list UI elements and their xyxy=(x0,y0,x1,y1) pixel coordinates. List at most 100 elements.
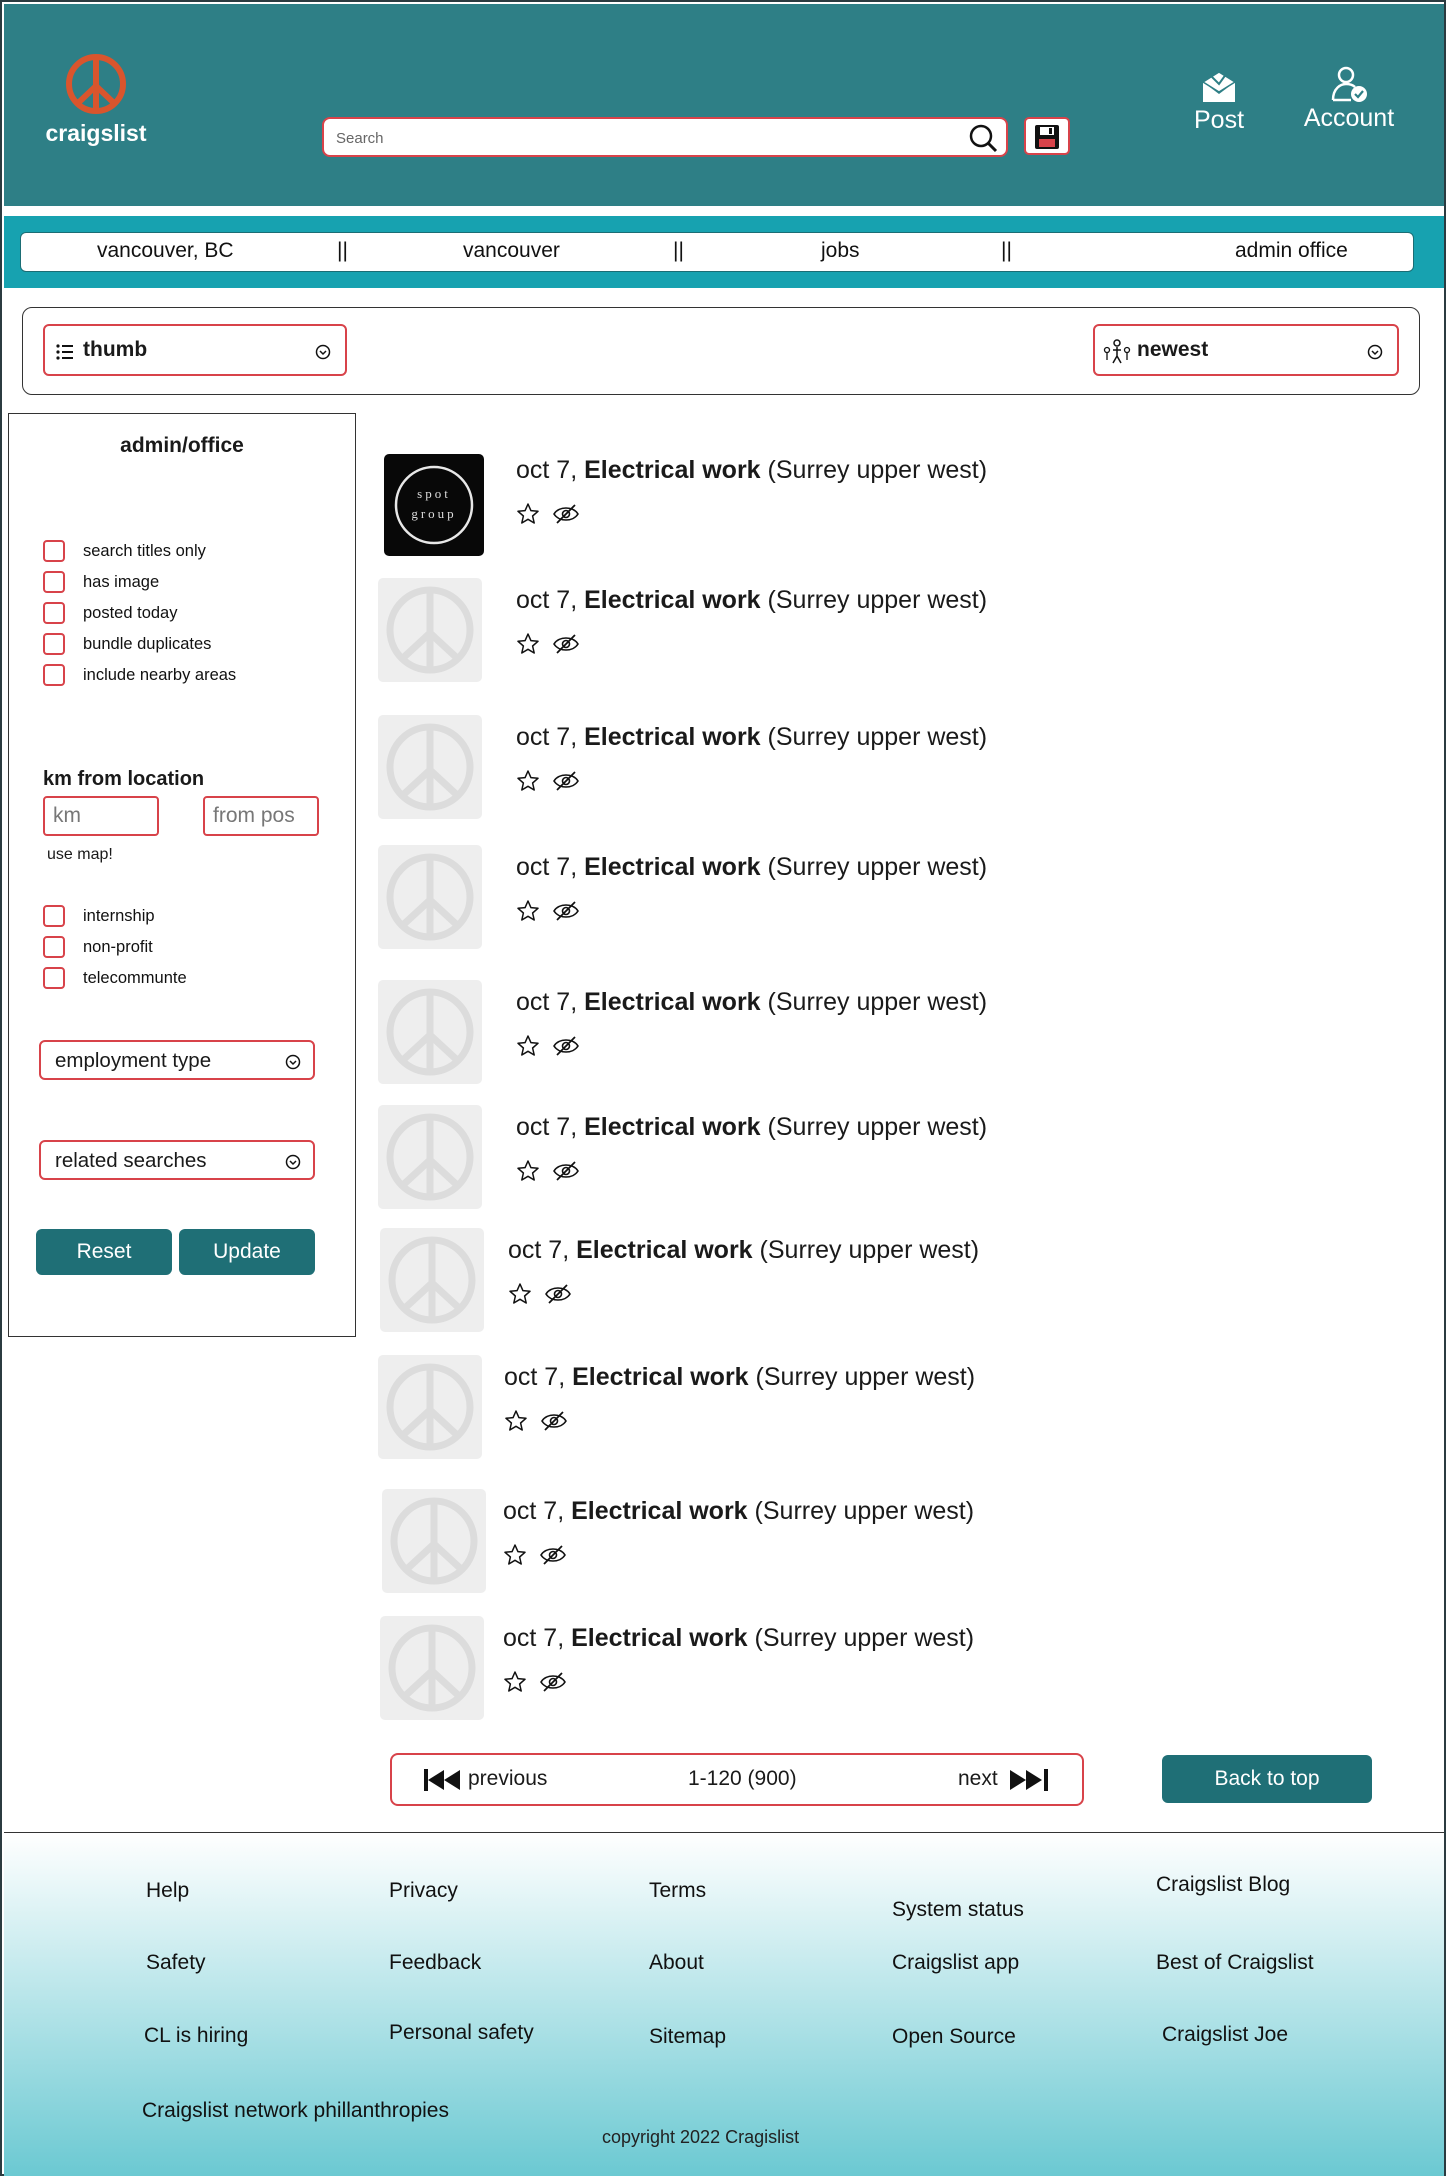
listing-item[interactable]: oct 7, Electrical work (Surrey upper wes… xyxy=(382,1489,1082,1599)
hide-eye-icon[interactable] xyxy=(552,899,580,923)
previous-page-button[interactable]: previous xyxy=(424,1767,547,1791)
listing-item[interactable]: oct 7, Electrical work (Surrey upper wes… xyxy=(378,1355,1078,1465)
hide-eye-icon[interactable] xyxy=(552,769,580,793)
search-input[interactable] xyxy=(336,127,936,149)
listing-title[interactable]: oct 7, Electrical work (Surrey upper wes… xyxy=(516,456,987,485)
listing-title[interactable]: oct 7, Electrical work (Surrey upper wes… xyxy=(516,1113,987,1142)
craigslist-logo[interactable]: craigslist xyxy=(42,52,150,147)
listing-title[interactable]: oct 7, Electrical work (Surrey upper wes… xyxy=(508,1236,979,1265)
view-mode-dropdown[interactable]: thumb xyxy=(43,324,347,376)
footer-link-hiring[interactable]: CL is hiring xyxy=(144,2024,248,2048)
star-icon[interactable] xyxy=(516,769,540,793)
star-icon[interactable] xyxy=(503,1543,527,1567)
listing-title[interactable]: oct 7, Electrical work (Surrey upper wes… xyxy=(503,1497,974,1526)
listing-title[interactable]: oct 7, Electrical work (Surrey upper wes… xyxy=(503,1624,974,1653)
listing-title[interactable]: oct 7, Electrical work (Surrey upper wes… xyxy=(504,1363,975,1392)
footer-link-safety[interactable]: Safety xyxy=(146,1951,206,1975)
footer-link-open-source[interactable]: Open Source xyxy=(892,2025,1016,2049)
checkbox[interactable] xyxy=(43,905,65,927)
listing-thumbnail[interactable] xyxy=(378,1355,482,1459)
hide-eye-icon[interactable] xyxy=(540,1409,568,1433)
checkbox[interactable] xyxy=(43,602,65,624)
hide-eye-icon[interactable] xyxy=(544,1282,572,1306)
listing-title[interactable]: oct 7, Electrical work (Surrey upper wes… xyxy=(516,988,987,1017)
checkbox[interactable] xyxy=(43,664,65,686)
breadcrumb-item-city[interactable]: vancouver xyxy=(463,239,560,263)
listing-item[interactable]: oct 7, Electrical work (Surrey upper wes… xyxy=(378,980,1078,1090)
footer-link-sitemap[interactable]: Sitemap xyxy=(649,2025,726,2049)
update-button[interactable]: Update xyxy=(179,1229,315,1275)
footer-link-app[interactable]: Craigslist app xyxy=(892,1951,1019,1975)
checkbox[interactable] xyxy=(43,936,65,958)
listing-thumbnail[interactable] xyxy=(382,1489,486,1593)
skip-back-icon xyxy=(424,1769,460,1791)
checkbox[interactable] xyxy=(43,633,65,655)
listing-thumbnail[interactable] xyxy=(378,1105,482,1209)
checkbox[interactable] xyxy=(43,571,65,593)
breadcrumb-item-region[interactable]: vancouver, BC xyxy=(97,239,234,263)
listing-item[interactable]: oct 7, Electrical work (Surrey upper wes… xyxy=(378,845,1078,955)
back-to-top-button[interactable]: Back to top xyxy=(1162,1755,1372,1803)
related-searches-dropdown[interactable]: related searches xyxy=(39,1140,315,1180)
account-button[interactable]: Account xyxy=(1289,64,1409,133)
breadcrumb-item-subcategory[interactable]: admin office xyxy=(1235,239,1348,263)
footer-link-philanthropies[interactable]: Craigslist network phillanthropies xyxy=(142,2099,449,2123)
listing-title[interactable]: oct 7, Electrical work (Surrey upper wes… xyxy=(516,853,987,882)
listing-item[interactable]: oct 7, Electrical work (Surrey upper wes… xyxy=(380,1228,1080,1338)
employment-type-dropdown[interactable]: employment type xyxy=(39,1040,315,1080)
search-icon[interactable] xyxy=(968,123,998,153)
star-icon[interactable] xyxy=(516,1034,540,1058)
listing-title[interactable]: oct 7, Electrical work (Surrey upper wes… xyxy=(516,723,987,752)
star-icon[interactable] xyxy=(516,502,540,526)
footer-link-system-status[interactable]: System status xyxy=(892,1898,1024,1922)
listing-item[interactable]: spot group oct 7, Electrical work (Surrey… xyxy=(380,448,1080,558)
listing-thumbnail[interactable] xyxy=(378,980,482,1084)
footer-link-about[interactable]: About xyxy=(649,1951,704,1975)
listing-actions xyxy=(516,769,586,797)
hide-eye-icon[interactable] xyxy=(552,632,580,656)
listing-item[interactable]: oct 7, Electrical work (Surrey upper wes… xyxy=(378,715,1078,825)
hide-eye-icon[interactable] xyxy=(552,502,580,526)
checkbox[interactable] xyxy=(43,540,65,562)
listing-title[interactable]: oct 7, Electrical work (Surrey upper wes… xyxy=(516,586,987,615)
star-icon[interactable] xyxy=(516,1159,540,1183)
from-pos-input[interactable] xyxy=(203,796,319,836)
footer-link-feedback[interactable]: Feedback xyxy=(389,1951,481,1975)
sort-dropdown[interactable]: newest xyxy=(1093,324,1399,376)
star-icon[interactable] xyxy=(516,899,540,923)
hide-eye-icon[interactable] xyxy=(539,1670,567,1694)
listing-item[interactable]: oct 7, Electrical work (Surrey upper wes… xyxy=(380,1616,1080,1726)
listing-thumbnail[interactable] xyxy=(380,1616,484,1720)
footer-link-privacy[interactable]: Privacy xyxy=(389,1879,458,1903)
next-page-button[interactable]: next xyxy=(958,1767,1048,1791)
reset-button[interactable]: Reset xyxy=(36,1229,172,1275)
star-icon[interactable] xyxy=(504,1409,528,1433)
star-icon[interactable] xyxy=(503,1670,527,1694)
footer-link-blog[interactable]: Craigslist Blog xyxy=(1156,1873,1290,1897)
listing-date: oct 7, xyxy=(503,1497,565,1525)
post-button[interactable]: Post xyxy=(1184,66,1254,135)
listing-thumbnail[interactable] xyxy=(380,1228,484,1332)
star-icon[interactable] xyxy=(516,632,540,656)
listing-thumbnail[interactable]: spot group xyxy=(384,454,484,556)
listing-item[interactable]: oct 7, Electrical work (Surrey upper wes… xyxy=(378,1105,1078,1215)
save-search-button[interactable] xyxy=(1024,117,1070,155)
listing-thumbnail[interactable] xyxy=(378,845,482,949)
km-input[interactable] xyxy=(43,796,159,836)
listing-thumbnail[interactable] xyxy=(378,715,482,819)
listing-item[interactable]: oct 7, Electrical work (Surrey upper wes… xyxy=(378,578,1078,688)
listing-thumbnail[interactable] xyxy=(378,578,482,682)
hide-eye-icon[interactable] xyxy=(552,1159,580,1183)
breadcrumb-item-category[interactable]: jobs xyxy=(821,239,860,263)
footer-link-terms[interactable]: Terms xyxy=(649,1879,706,1903)
footer-link-help[interactable]: Help xyxy=(146,1879,189,1903)
account-label: Account xyxy=(1303,104,1395,132)
footer-link-personal-safety[interactable]: Personal safety xyxy=(389,2021,534,2045)
use-map-link[interactable]: use map! xyxy=(47,846,113,864)
hide-eye-icon[interactable] xyxy=(552,1034,580,1058)
footer-link-joe[interactable]: Craigslist Joe xyxy=(1162,2023,1288,2047)
star-icon[interactable] xyxy=(508,1282,532,1306)
checkbox[interactable] xyxy=(43,967,65,989)
footer-link-best-of[interactable]: Best of Craigslist xyxy=(1156,1951,1314,1975)
hide-eye-icon[interactable] xyxy=(539,1543,567,1567)
